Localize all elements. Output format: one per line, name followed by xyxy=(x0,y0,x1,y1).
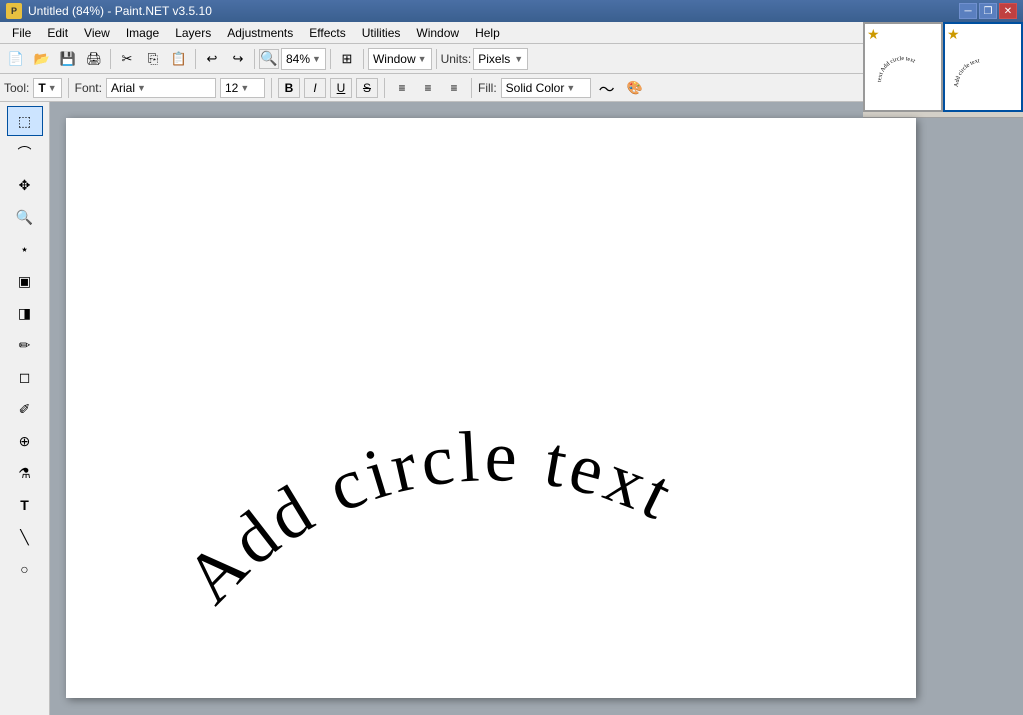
copy-button[interactable]: ⎘ xyxy=(141,47,165,71)
fill-label: Fill: xyxy=(478,81,497,95)
tool-icon: T xyxy=(38,81,45,95)
menu-adjustments[interactable]: Adjustments xyxy=(219,23,301,43)
cut-button[interactable]: ✂ xyxy=(115,47,139,71)
close-button[interactable]: ✕ xyxy=(999,3,1017,19)
zoom-arrow-icon: ▼ xyxy=(312,54,321,64)
sep-tool3 xyxy=(384,78,385,98)
sep-tool2 xyxy=(271,78,272,98)
paint-button[interactable]: 🎨 xyxy=(623,76,647,100)
font-label: Font: xyxy=(75,81,102,95)
sep-tool4 xyxy=(471,78,472,98)
menu-utilities[interactable]: Utilities xyxy=(354,23,409,43)
sep1 xyxy=(110,49,111,69)
title-text: Untitled (84%) - Paint.NET v3.5.10 xyxy=(28,4,212,18)
units-label: Units: xyxy=(441,52,472,66)
fill-arrow-icon: ▼ xyxy=(566,83,575,93)
text-tool[interactable]: T xyxy=(7,490,43,520)
star-icon-2: ★ xyxy=(947,26,960,43)
menu-file[interactable]: File xyxy=(4,23,39,43)
canvas[interactable]: Add circle text xyxy=(66,118,916,698)
font-arrow-icon: ▼ xyxy=(137,83,146,93)
history-thumb-1[interactable]: ★ text Add circle text xyxy=(863,22,943,112)
toolbar: 📄 📂 💾 🖨 ✂ ⎘ 📋 ↩ ↪ 🔍 84% ▼ ⊞ Window ▼ Uni… xyxy=(0,44,1023,74)
font-size-value: 12 xyxy=(225,81,238,95)
tools-panel: ⬚ ⌒ ✥ 🔍 ⋆ ▣ ◨ ✏ ◻ ✐ ⊕ ⚗ T ╲ ○ xyxy=(0,102,50,715)
pencil-tool[interactable]: ✐ xyxy=(7,394,43,424)
align-center-button[interactable]: ≡ xyxy=(417,78,439,98)
zoom-value: 84% xyxy=(286,52,310,66)
new-button[interactable]: 📄 xyxy=(4,47,28,71)
save-button[interactable]: 💾 xyxy=(56,47,80,71)
print-button[interactable]: 🖨 xyxy=(82,47,106,71)
menu-window[interactable]: Window xyxy=(408,23,467,43)
strikethrough-button[interactable]: S xyxy=(356,78,378,98)
zoom-tool[interactable]: 🔍 xyxy=(7,202,43,232)
units-dropdown[interactable]: Pixels ▼ xyxy=(473,48,528,70)
sep5 xyxy=(363,49,364,69)
restore-button[interactable]: ❐ xyxy=(979,3,997,19)
move-tool[interactable]: ✥ xyxy=(7,170,43,200)
zoom-in-button[interactable]: 🔍 xyxy=(259,49,279,69)
clone-stamp-tool[interactable]: ⊕ xyxy=(7,426,43,456)
underline-button[interactable]: U xyxy=(330,78,352,98)
zoom-dropdown[interactable]: 84% ▼ xyxy=(281,48,326,70)
align-right-button[interactable]: ≡ xyxy=(443,78,465,98)
tool-arrow-icon: ▼ xyxy=(48,83,57,93)
tool-selector[interactable]: T ▼ xyxy=(33,78,61,98)
italic-button[interactable]: I xyxy=(304,78,326,98)
align-left-button[interactable]: ≡ xyxy=(391,78,413,98)
sep3 xyxy=(254,49,255,69)
grid-button[interactable]: ⊞ xyxy=(335,47,359,71)
menu-effects[interactable]: Effects xyxy=(301,23,353,43)
font-value: Arial xyxy=(111,81,135,95)
menu-view[interactable]: View xyxy=(76,23,118,43)
history-thumb-2[interactable]: ★ Add circle text xyxy=(943,22,1023,112)
gradient-tool[interactable]: ◨ xyxy=(7,298,43,328)
paint-bucket-tool[interactable]: ▣ xyxy=(7,266,43,296)
font-size-dropdown[interactable]: 12 ▼ xyxy=(220,78,265,98)
main-layout: ⬚ ⌒ ✥ 🔍 ⋆ ▣ ◨ ✏ ◻ ✐ ⊕ ⚗ T ╲ ○ Add cir xyxy=(0,102,1023,715)
redo-button[interactable]: ↪ xyxy=(226,47,250,71)
brush-tool[interactable]: ✏ xyxy=(7,330,43,360)
recolor-tool[interactable]: ⚗ xyxy=(7,458,43,488)
bold-button[interactable]: B xyxy=(278,78,300,98)
paste-button[interactable]: 📋 xyxy=(167,47,191,71)
shapes-tool[interactable]: ○ xyxy=(7,554,43,584)
curves-button[interactable]: 〜 xyxy=(595,76,619,100)
sep6 xyxy=(436,49,437,69)
menu-edit[interactable]: Edit xyxy=(39,23,76,43)
window-dropdown[interactable]: Window ▼ xyxy=(368,48,432,70)
window-arrow-icon: ▼ xyxy=(418,54,427,64)
units-arrow-icon: ▼ xyxy=(514,54,523,64)
sep4 xyxy=(330,49,331,69)
star-icon-1: ★ xyxy=(867,26,880,43)
title-bar-buttons: ─ ❐ ✕ xyxy=(959,3,1017,19)
history-panel: ★ text Add circle text ★ Add circle text xyxy=(863,22,1023,118)
magic-wand-tool[interactable]: ⋆ xyxy=(7,234,43,264)
undo-button[interactable]: ↩ xyxy=(200,47,224,71)
select-rect-tool[interactable]: ⬚ xyxy=(7,106,43,136)
sep2 xyxy=(195,49,196,69)
window-label: Window xyxy=(373,52,416,66)
sep-tool1 xyxy=(68,78,69,98)
tool-label: Tool: xyxy=(4,81,29,95)
canvas-area[interactable]: Add circle text xyxy=(50,102,1023,715)
menu-help[interactable]: Help xyxy=(467,23,508,43)
open-button[interactable]: 📂 xyxy=(30,47,54,71)
menu-image[interactable]: Image xyxy=(118,23,167,43)
menu-layers[interactable]: Layers xyxy=(167,23,219,43)
app-icon: P xyxy=(6,3,22,19)
eraser-tool[interactable]: ◻ xyxy=(7,362,43,392)
line-tool[interactable]: ╲ xyxy=(7,522,43,552)
font-size-arrow-icon: ▼ xyxy=(240,83,249,93)
units-value: Pixels xyxy=(478,52,510,66)
title-bar: P Untitled (84%) - Paint.NET v3.5.10 ─ ❐… xyxy=(0,0,1023,22)
fill-value: Solid Color xyxy=(506,81,565,95)
select-lasso-tool[interactable]: ⌒ xyxy=(7,138,43,168)
minimize-button[interactable]: ─ xyxy=(959,3,977,19)
fill-dropdown[interactable]: Solid Color ▼ xyxy=(501,78,591,98)
font-dropdown[interactable]: Arial ▼ xyxy=(106,78,216,98)
